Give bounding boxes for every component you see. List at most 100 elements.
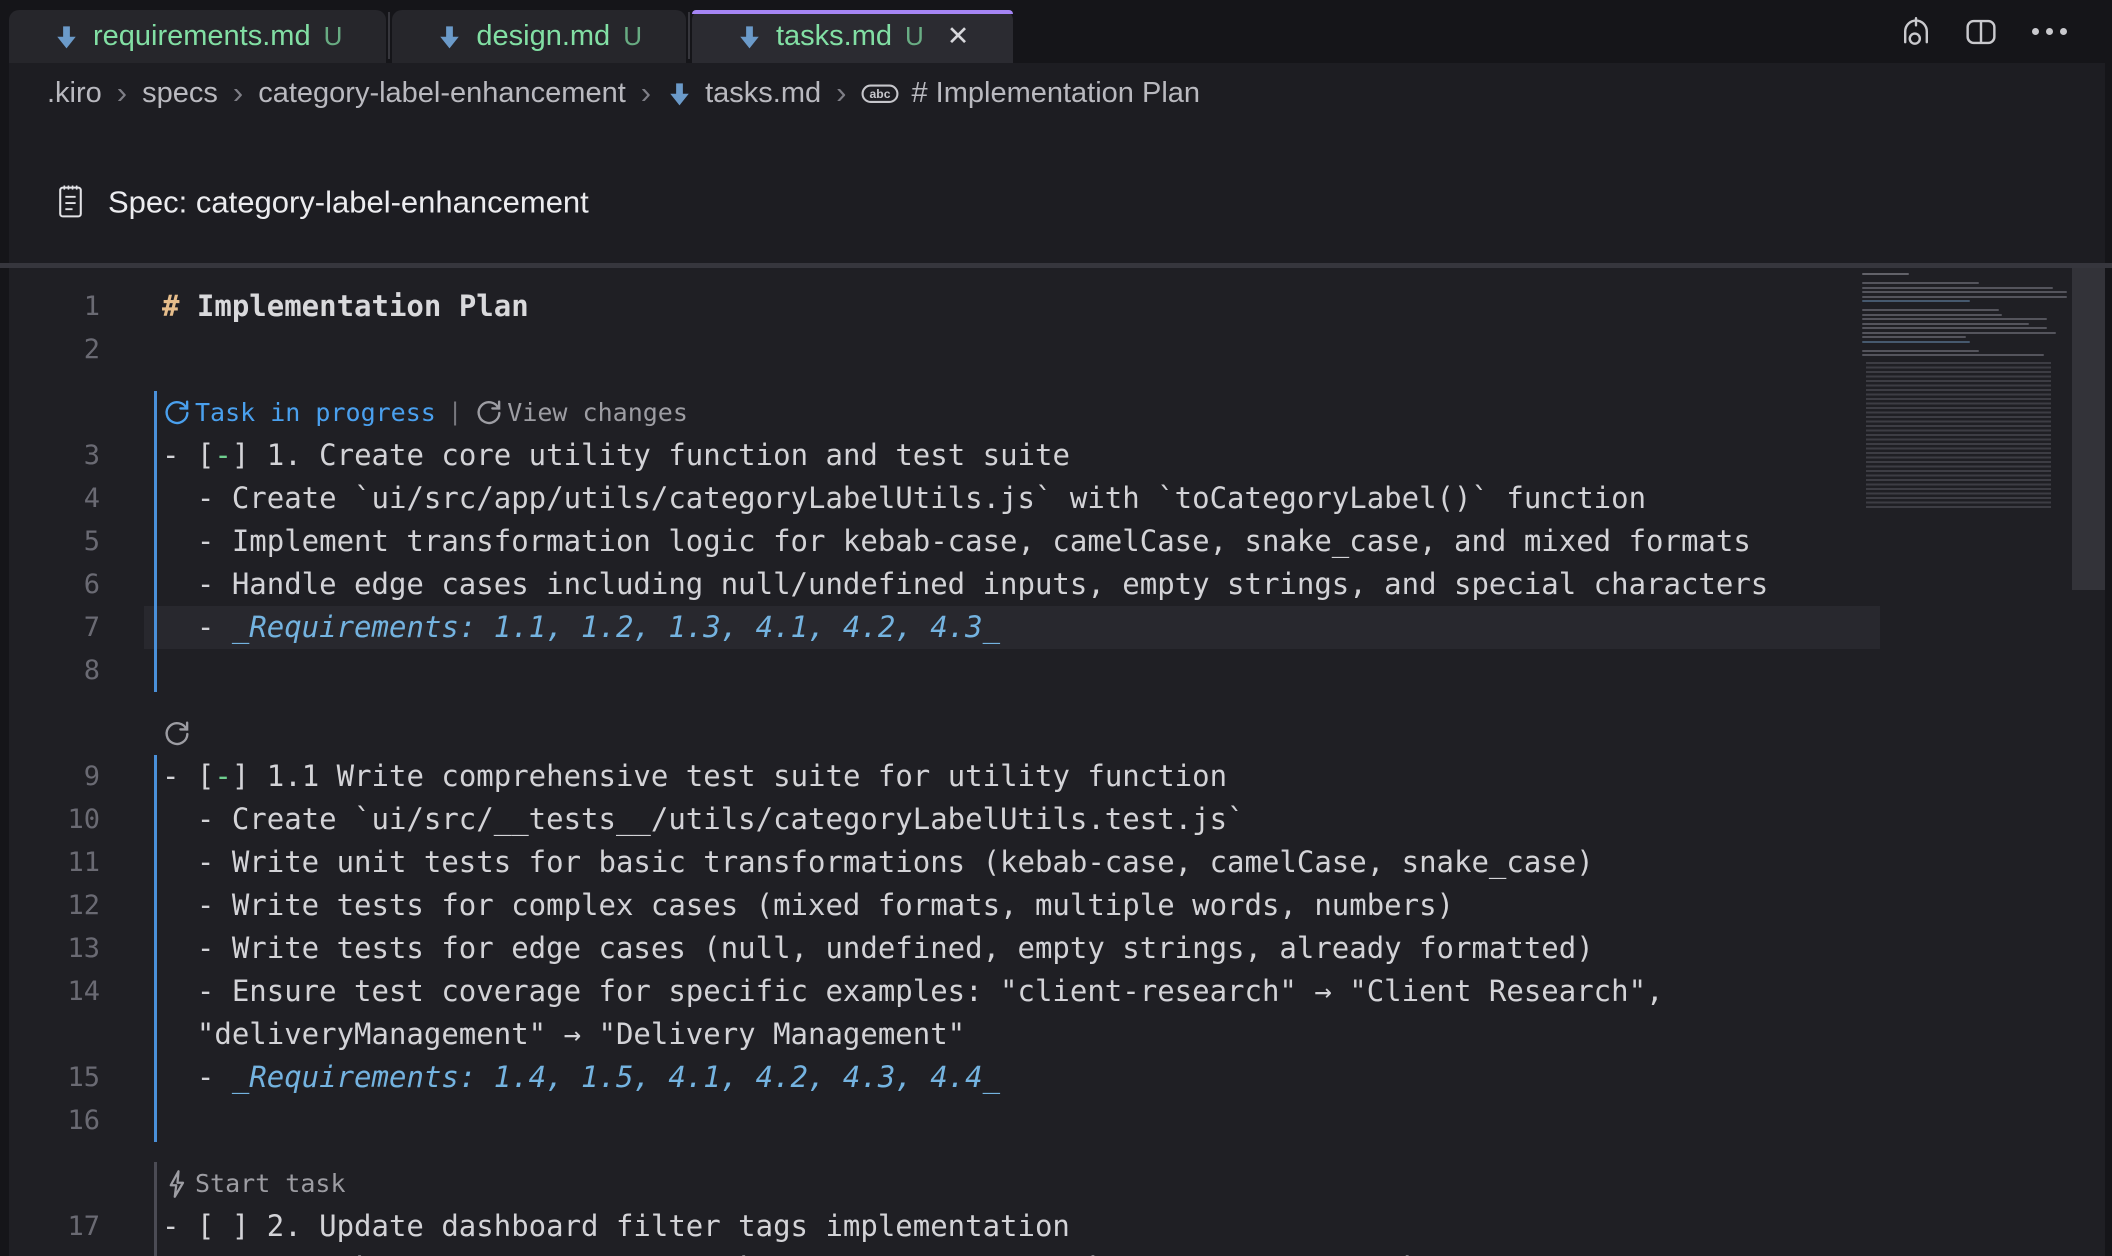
markdown-file-icon <box>436 23 463 50</box>
breadcrumb-separator: › <box>233 75 243 111</box>
spec-bar-divider <box>0 263 2112 268</box>
close-tab-icon[interactable]: ✕ <box>947 21 970 52</box>
line-text[interactable]: - [-] 1.1 Write comprehensive test suite… <box>162 759 1227 793</box>
svg-text:abc: abc <box>870 86 891 100</box>
minimap-line <box>1862 300 1970 302</box>
codelens-row: Task in progress|View changes <box>9 391 2105 434</box>
spec-notepad-icon <box>55 184 86 221</box>
line-text[interactable]: - Create `ui/src/app/utils/categoryLabel… <box>162 481 1646 515</box>
breadcrumb-item[interactable]: .kiro <box>47 77 102 110</box>
vertical-scrollbar-thumb[interactable] <box>2072 268 2105 590</box>
minimap-line <box>1862 336 1966 338</box>
line-text[interactable]: - Write tests for edge cases (null, unde… <box>162 931 1594 965</box>
git-status-badge: U <box>905 21 924 52</box>
tab-requirements.md[interactable]: requirements.md U <box>9 10 386 63</box>
split-editor-icon[interactable] <box>1964 15 1998 49</box>
line-text[interactable]: - Ensure test coverage for specific exam… <box>162 974 1664 1008</box>
minimap-line <box>1862 314 2002 316</box>
line-number: 17 <box>9 1205 100 1248</box>
codelens-start-task[interactable]: Start task <box>162 1162 346 1205</box>
symbol-text-icon: abc <box>861 80 899 107</box>
editor-content: 1# Implementation Plan2Task in progress|… <box>9 268 2105 1256</box>
indent-guide <box>154 1205 157 1248</box>
editor-line: 8 <box>9 649 2105 692</box>
line-number: 6 <box>9 563 100 606</box>
tab-divider <box>388 12 390 59</box>
tab-tasks.md[interactable]: tasks.md U ✕ <box>692 10 1013 63</box>
line-text[interactable]: - Implement transformation logic for keb… <box>162 524 1751 558</box>
minimap-line <box>1862 318 2047 320</box>
tab-design.md[interactable]: design.mdU <box>392 10 686 63</box>
line-text[interactable]: - _Requirements: 1.1, 1.2, 1.3, 4.1, 4.2… <box>162 610 1000 644</box>
line-text[interactable]: # Implementation Plan <box>162 289 529 323</box>
line-text[interactable]: "deliveryManagement" → "Delivery Managem… <box>162 1017 965 1051</box>
minimap[interactable] <box>1862 273 2072 525</box>
indent-guide <box>154 649 157 692</box>
line-text[interactable]: - [ ] 2. Update dashboard filter tags im… <box>162 1209 1070 1243</box>
minimap-bars <box>1862 273 2072 356</box>
editor: 1# Implementation Plan2Task in progress|… <box>9 268 2105 1256</box>
spec-bar: Spec: category-label-enhancement 1Requir… <box>9 123 2105 263</box>
line-number: 9 <box>9 755 100 798</box>
line-number: 10 <box>9 798 100 841</box>
line-number: 4 <box>9 477 100 520</box>
line-number: 5 <box>9 520 100 563</box>
git-status-badge: U <box>324 21 343 52</box>
indent-guide <box>154 1162 157 1205</box>
minimap-line <box>1862 341 1970 343</box>
breadcrumb-label: category-label-enhancement <box>258 77 626 110</box>
markdown-file-icon <box>736 23 763 50</box>
editor-line: 9 - [-] 1.1 Write comprehensive test suit… <box>9 755 2105 798</box>
line-text[interactable]: - [-] 1. Create core utility function an… <box>162 438 1070 472</box>
breadcrumb-item[interactable]: abc# Implementation Plan <box>861 77 1200 110</box>
tab-bar: requirements.md Udesign.mdU tasks.md U ✕ <box>0 0 2112 63</box>
indent-guide <box>154 606 157 649</box>
tab-label: tasks.md <box>776 20 892 53</box>
line-text[interactable]: - Handle edge cases including null/undef… <box>162 567 1768 601</box>
editor-line: 16 <box>9 1099 2105 1142</box>
line-number: 14 <box>9 970 100 1013</box>
line-text[interactable]: - Create `ui/src/__tests__/utils/categor… <box>162 802 1245 836</box>
line-number <box>9 1013 100 1056</box>
editor-line: 17 - [ ] 2. Update dashboard filter tags … <box>9 1205 2105 1248</box>
more-actions-icon[interactable] <box>2028 28 2070 35</box>
line-number: 11 <box>9 841 100 884</box>
minimap-line <box>1862 291 2067 293</box>
minimap-line <box>1862 309 1999 311</box>
indent-guide <box>154 927 157 970</box>
codelens-task-spinner[interactable] <box>162 719 192 749</box>
kiro-agent-icon[interactable] <box>1898 14 1934 50</box>
minimap-line <box>1862 296 2067 298</box>
markdown-icon <box>666 80 693 107</box>
codelens-task-in-progress[interactable]: Task in progress <box>162 391 436 434</box>
tab-label: design.md <box>476 20 610 53</box>
indent-guide <box>154 563 157 606</box>
breadcrumb-item[interactable]: tasks.md <box>666 77 821 110</box>
editor-line: 15 - _Requirements: 1.4, 1.5, 4.1, 4.2, … <box>9 1056 2105 1099</box>
kiro-editor-window: requirements.md Udesign.mdU tasks.md U ✕ .ki… <box>0 0 2112 1256</box>
spec-title: Spec: category-label-enhancement <box>108 184 589 220</box>
editor-line: 18 - Modify `ui/src/pages/index.js` to i… <box>9 1248 2105 1256</box>
tab-divider <box>688 12 690 59</box>
tab-label: requirements.md <box>93 20 311 53</box>
breadcrumb-item[interactable]: category-label-enhancement <box>258 77 626 110</box>
minimap-line <box>1862 287 2053 289</box>
minimap-line <box>1862 323 2029 325</box>
breadcrumb-item[interactable]: specs <box>142 77 218 110</box>
line-text[interactable]: - _Requirements: 1.4, 1.5, 4.1, 4.2, 4.3… <box>162 1060 1000 1094</box>
breadcrumb-separator: › <box>641 75 651 111</box>
line-text[interactable]: - Modify `ui/src/pages/index.js` to impo… <box>162 1252 1576 1256</box>
line-number: 8 <box>9 649 100 692</box>
editor-line: 4 - Create `ui/src/app/utils/categoryLab… <box>9 477 2105 520</box>
spec-header: Spec: category-label-enhancement <box>55 184 589 221</box>
line-text[interactable]: - Write tests for complex cases (mixed f… <box>162 888 1454 922</box>
minimap-line <box>1862 350 1979 352</box>
breadcrumb-label: .kiro <box>47 77 102 110</box>
tab-strip: requirements.md Udesign.mdU tasks.md U ✕ <box>0 0 1013 63</box>
codelens-view-changes[interactable]: View changes <box>474 391 688 434</box>
minimap-line <box>1862 354 2044 356</box>
indent-guide <box>154 477 157 520</box>
editor-line: 3- [-] 1. Create core utility function a… <box>9 434 2105 477</box>
codelens-row <box>9 712 2105 755</box>
line-text[interactable]: - Write unit tests for basic transformat… <box>162 845 1594 879</box>
